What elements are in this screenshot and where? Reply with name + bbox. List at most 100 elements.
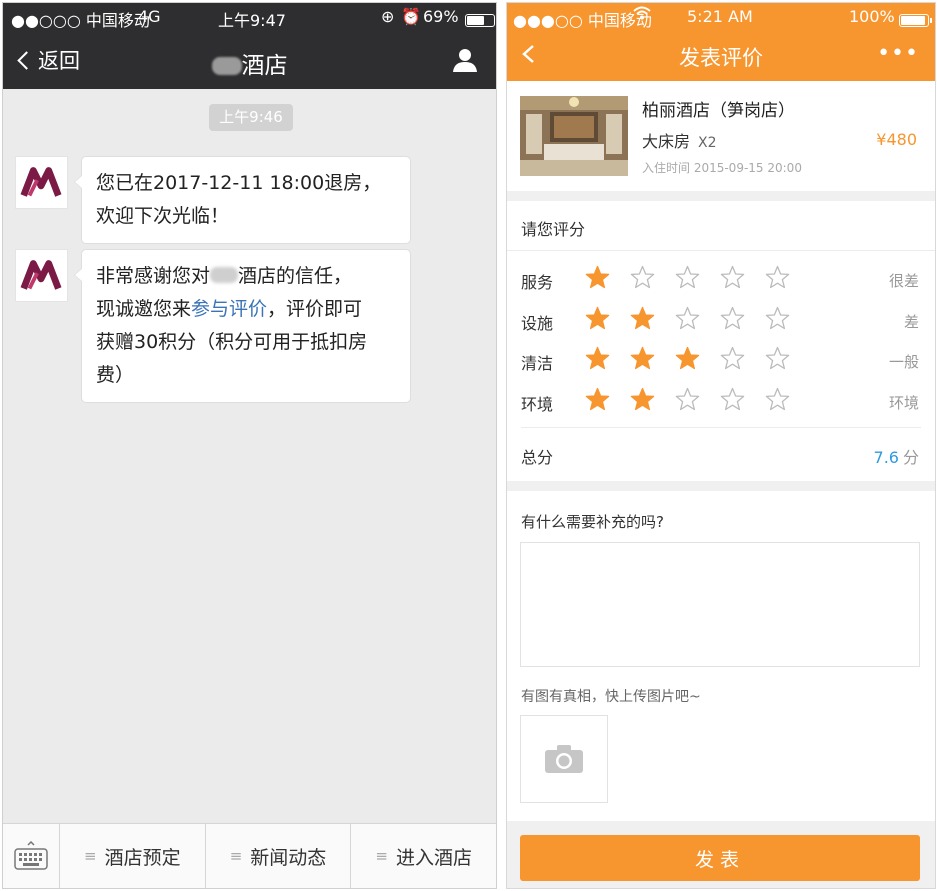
comment-input[interactable] bbox=[520, 542, 920, 667]
avatar[interactable] bbox=[15, 156, 68, 209]
rating-row: 服务 很差 bbox=[507, 265, 935, 295]
star-filled-icon[interactable] bbox=[630, 387, 655, 412]
clock: 5:21 AM bbox=[687, 7, 753, 26]
chat-header: 返回 酒店 bbox=[3, 31, 496, 89]
network-label: 4G bbox=[138, 7, 161, 26]
room-quantity: X2 bbox=[698, 135, 717, 151]
orientation-lock-icon: ⊕ bbox=[381, 7, 395, 26]
rating-level: 环境 bbox=[888, 393, 919, 412]
menu-lines-icon: ≡ bbox=[375, 847, 388, 865]
menu-label: 进入酒店 bbox=[395, 846, 472, 869]
star-filled-icon[interactable] bbox=[585, 387, 610, 412]
star-rating bbox=[585, 306, 810, 331]
message-text: 获赠30积分（积分可用于抵扣房 bbox=[96, 331, 368, 353]
rating-level: 很差 bbox=[888, 272, 919, 290]
avatar[interactable] bbox=[15, 249, 68, 302]
total-score-label: 总分 bbox=[521, 448, 554, 467]
page-title: 发表评价 bbox=[679, 46, 763, 70]
status-bar: ●●●○○ 中国移动 5:21 AM 100% bbox=[507, 3, 935, 31]
menu-lines-icon: ≡ bbox=[229, 847, 243, 865]
wechat-chat-screen: ●●○○○ 中国移动 4G 上午9:47 ⊕ ⏰ 69% 返回 酒店 上午9:4… bbox=[2, 2, 497, 889]
review-screen: ●●●○○ 中国移动 5:21 AM 100% 发表评价 ••• 柏丽酒店（笋岗… bbox=[506, 2, 936, 889]
price: ¥480 bbox=[876, 130, 917, 149]
star-empty-icon[interactable] bbox=[720, 265, 745, 290]
review-header: 发表评价 ••• bbox=[507, 31, 935, 81]
message-text: 您已在2017-12-11 18:00退房， bbox=[96, 172, 382, 194]
menu-label: 酒店预定 bbox=[104, 846, 181, 869]
booking-card: 柏丽酒店（笋岗店） 大床房 X2 ¥480 入住时间 2015-09-15 20:… bbox=[507, 81, 935, 191]
rating-label: 清洁 bbox=[521, 354, 554, 373]
menu-hotel-booking[interactable]: ≡ 酒店预定 bbox=[60, 824, 206, 888]
star-empty-icon[interactable] bbox=[765, 306, 790, 331]
menu-enter-hotel[interactable]: ≡ 进入酒店 bbox=[351, 824, 496, 888]
star-rating bbox=[585, 265, 810, 290]
redacted-name bbox=[210, 267, 239, 283]
star-empty-icon[interactable] bbox=[720, 306, 745, 331]
hotel-logo-icon bbox=[20, 167, 62, 197]
star-filled-icon[interactable] bbox=[630, 306, 655, 331]
wifi-icon bbox=[633, 5, 651, 25]
upload-photo-button[interactable] bbox=[520, 715, 608, 803]
star-empty-icon[interactable] bbox=[765, 387, 790, 412]
hotel-photo bbox=[520, 96, 628, 176]
submit-button[interactable]: 发表 bbox=[520, 835, 920, 881]
message-text: 费） bbox=[96, 364, 135, 386]
hotel-logo-icon bbox=[20, 260, 62, 290]
rating-level: 一般 bbox=[888, 353, 919, 371]
carrier-label: ●●●○○ 中国移动 bbox=[513, 11, 652, 30]
chat-title: 酒店 bbox=[3, 46, 496, 80]
rating-label: 设施 bbox=[521, 313, 554, 333]
star-filled-icon[interactable] bbox=[675, 346, 700, 371]
menu-news[interactable]: ≡ 新闻动态 bbox=[206, 824, 352, 888]
menu-label: 新闻动态 bbox=[250, 846, 327, 869]
checkin-time: 入住时间 2015-09-15 20:00 bbox=[642, 161, 802, 175]
clock: 上午9:47 bbox=[218, 11, 286, 30]
rating-card: 请您评分 服务 很差 设施 差清洁 一般 环境 环境 总分 7.6 分 bbox=[507, 201, 935, 481]
keyboard-toggle-button[interactable] bbox=[3, 824, 60, 888]
total-score-value: 7.6 bbox=[873, 448, 899, 467]
star-filled-icon[interactable] bbox=[630, 346, 655, 371]
star-filled-icon[interactable] bbox=[585, 346, 610, 371]
message-bubble: 非常感谢您对 酒店的信任， 现诚邀您来参与评价，评价即可 获赠30积分（积分可用于… bbox=[74, 249, 411, 403]
comment-card: 有什么需要补充的吗? 有图有真相，快上传图片吧~ bbox=[507, 491, 935, 821]
redacted-name bbox=[211, 57, 242, 75]
rating-label: 环境 bbox=[521, 394, 554, 414]
star-empty-icon[interactable] bbox=[675, 387, 700, 412]
star-empty-icon[interactable] bbox=[675, 306, 700, 331]
star-empty-icon[interactable] bbox=[675, 265, 700, 290]
rating-row: 设施 差 bbox=[507, 306, 935, 336]
star-empty-icon[interactable] bbox=[720, 346, 745, 371]
rating-level: 差 bbox=[903, 312, 919, 331]
star-rating bbox=[585, 387, 810, 412]
upload-hint: 有图有真相，快上传图片吧~ bbox=[521, 689, 701, 705]
rating-title: 请您评分 bbox=[521, 220, 586, 239]
alarm-icon: ⏰ bbox=[401, 7, 421, 26]
status-bar: ●●○○○ 中国移动 4G 上午9:47 ⊕ ⏰ 69% bbox=[3, 3, 496, 31]
chat-title-text: 酒店 bbox=[241, 53, 288, 79]
star-empty-icon[interactable] bbox=[720, 387, 745, 412]
star-filled-icon[interactable] bbox=[585, 306, 610, 331]
message-timestamp: 上午9:46 bbox=[209, 104, 293, 131]
message-text: 欢迎下次光临！ bbox=[96, 205, 230, 227]
more-icon[interactable]: ••• bbox=[877, 41, 919, 66]
menu-lines-icon: ≡ bbox=[84, 847, 97, 865]
star-filled-icon[interactable] bbox=[585, 265, 610, 290]
user-icon[interactable] bbox=[452, 47, 478, 73]
star-rating bbox=[585, 346, 810, 371]
message-text: 现诚邀您来参与评价，评价即可 bbox=[96, 298, 363, 320]
star-empty-icon[interactable] bbox=[630, 265, 655, 290]
message-text: 非常感谢您对 酒店的信任， bbox=[96, 265, 353, 287]
battery-percent: 100% bbox=[849, 7, 895, 26]
rating-row: 环境 环境 bbox=[507, 387, 935, 417]
rating-row: 清洁 一般 bbox=[507, 346, 935, 376]
keyboard-icon bbox=[14, 841, 48, 870]
battery-percent: 69% bbox=[423, 7, 459, 26]
star-empty-icon[interactable] bbox=[765, 346, 790, 371]
review-link[interactable]: 参与评价 bbox=[191, 298, 267, 320]
star-empty-icon[interactable] bbox=[765, 265, 790, 290]
carrier-label: ●●○○○ 中国移动 bbox=[11, 11, 150, 30]
camera-icon bbox=[545, 745, 583, 773]
official-account-menu: ≡ 酒店预定 ≡ 新闻动态 ≡ 进入酒店 bbox=[3, 823, 496, 888]
rating-label: 服务 bbox=[521, 273, 554, 292]
room-type: 大床房 X2 bbox=[642, 132, 717, 151]
